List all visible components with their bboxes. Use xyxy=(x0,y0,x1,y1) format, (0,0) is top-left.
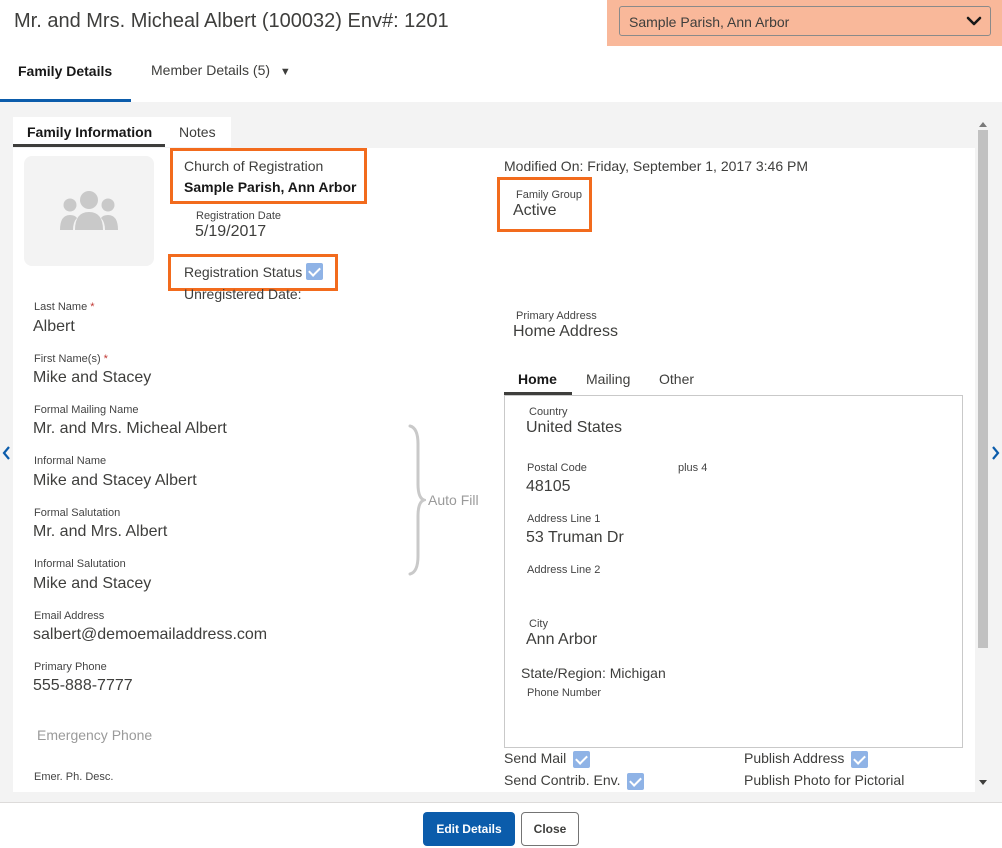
family-photo[interactable] xyxy=(24,156,154,266)
tab-family-details[interactable]: Family Details xyxy=(0,48,131,102)
tab-member-details[interactable]: Member Details (5) ▼ xyxy=(151,62,291,78)
country-value: United States xyxy=(526,419,623,436)
informal-salutation-label: Informal Salutation xyxy=(34,558,126,570)
family-group-value: Active xyxy=(513,202,557,219)
city-value: Ann Arbor xyxy=(526,631,598,648)
primary-phone-label: Primary Phone xyxy=(34,661,107,673)
postal-code-label: Postal Code xyxy=(527,462,587,474)
caret-down-icon: ▼ xyxy=(279,66,291,78)
tab-address-mailing[interactable]: Mailing xyxy=(586,371,630,387)
close-button[interactable]: Close xyxy=(521,812,579,846)
primary-phone-value: 555-888-7777 xyxy=(33,677,133,694)
emergency-phone-label: Emergency Phone xyxy=(37,727,153,743)
informal-name-label: Informal Name xyxy=(34,455,107,467)
required-asterisk: * xyxy=(90,301,95,313)
modified-on: Modified On: Friday, September 1, 2017 3… xyxy=(504,158,809,174)
emer-ph-desc-label: Emer. Ph. Desc. xyxy=(34,771,114,783)
parish-select-value: Sample Parish, Ann Arbor xyxy=(629,14,790,30)
scroll-up-icon[interactable] xyxy=(978,120,988,128)
send-contrib-env-checkbox[interactable] xyxy=(627,772,645,790)
chevron-left-icon[interactable] xyxy=(1,445,11,461)
tab-address-home-label: Home xyxy=(518,371,557,387)
church-of-registration-value: Sample Parish, Ann Arbor xyxy=(184,179,357,195)
last-name-label: Last Name * xyxy=(34,301,95,313)
send-mail-label: Send Mail xyxy=(504,750,567,766)
informal-name-value: Mike and Stacey Albert xyxy=(33,472,197,489)
tab-member-details-label: Member Details (5) xyxy=(151,62,271,78)
registration-status-checkbox[interactable] xyxy=(306,263,323,281)
city-label: City xyxy=(529,618,548,630)
first-names-label: First Name(s) * xyxy=(34,353,108,365)
family-group-label: Family Group xyxy=(516,189,583,201)
informal-salutation-value: Mike and Stacey xyxy=(33,575,152,592)
tab-family-information[interactable]: Family Information xyxy=(13,117,165,147)
tab-address-home[interactable]: Home xyxy=(504,364,572,395)
publish-address-checkbox[interactable] xyxy=(851,750,869,768)
first-names-value: Mike and Stacey xyxy=(33,369,152,386)
tab-notes-label: Notes xyxy=(179,124,216,140)
scroll-down-icon[interactable] xyxy=(978,779,988,787)
last-name-value: Albert xyxy=(33,318,75,335)
country-label: Country xyxy=(529,406,568,418)
address-line1-value: 53 Truman Dr xyxy=(526,529,624,546)
formal-mailing-name-value: Mr. and Mrs. Micheal Albert xyxy=(33,420,227,437)
send-contrib-env-label: Send Contrib. Env. xyxy=(504,772,621,788)
phone-number-label: Phone Number xyxy=(527,687,601,699)
chevron-down-icon xyxy=(966,13,982,34)
address-line1-label: Address Line 1 xyxy=(527,513,601,525)
edit-details-button[interactable]: Edit Details xyxy=(423,812,515,846)
send-mail-option: Send Mail xyxy=(504,750,591,768)
page-title: Mr. and Mrs. Micheal Albert (100032) Env… xyxy=(14,10,449,32)
auto-fill-button[interactable]: Auto Fill xyxy=(428,492,479,508)
tab-family-information-label: Family Information xyxy=(27,124,153,140)
church-of-registration-box xyxy=(170,148,367,204)
church-of-registration-label: Church of Registration xyxy=(184,158,324,174)
tab-notes[interactable]: Notes xyxy=(165,117,231,147)
state-region: State/Region: Michigan xyxy=(521,665,666,681)
tab-family-details-label: Family Details xyxy=(18,63,113,79)
brace-icon xyxy=(408,424,426,576)
postal-code-value: 48105 xyxy=(526,478,571,495)
send-contrib-env-option: Send Contrib. Env. xyxy=(504,772,645,790)
formal-salutation-label: Formal Salutation xyxy=(34,507,121,519)
chevron-right-icon[interactable] xyxy=(991,445,1001,461)
required-asterisk: * xyxy=(103,353,108,365)
primary-address-label: Primary Address xyxy=(516,310,597,322)
tab-address-other[interactable]: Other xyxy=(659,371,694,387)
email-label: Email Address xyxy=(34,610,105,622)
address-line2-label: Address Line 2 xyxy=(527,564,601,576)
publish-address-label: Publish Address xyxy=(744,750,845,766)
plus4-label: plus 4 xyxy=(678,462,708,474)
registration-status-label: Registration Status xyxy=(184,264,303,280)
formal-salutation-value: Mr. and Mrs. Albert xyxy=(33,523,168,540)
send-mail-checkbox[interactable] xyxy=(573,750,591,768)
formal-mailing-name-label: Formal Mailing Name xyxy=(34,404,139,416)
publish-address-option: Publish Address xyxy=(744,750,869,768)
parish-select[interactable]: Sample Parish, Ann Arbor xyxy=(619,6,991,36)
primary-address-value: Home Address xyxy=(513,323,618,340)
group-icon xyxy=(60,191,118,230)
registration-date-value: 5/19/2017 xyxy=(195,223,267,240)
publish-photo-label: Publish Photo for Pictorial xyxy=(744,772,905,788)
scrollbar-thumb[interactable] xyxy=(978,130,988,648)
unregistered-date-label: Unregistered Date: xyxy=(184,286,302,302)
registration-date-label: Registration Date xyxy=(196,210,281,222)
email-value: salbert@demoemailaddress.com xyxy=(33,626,268,643)
